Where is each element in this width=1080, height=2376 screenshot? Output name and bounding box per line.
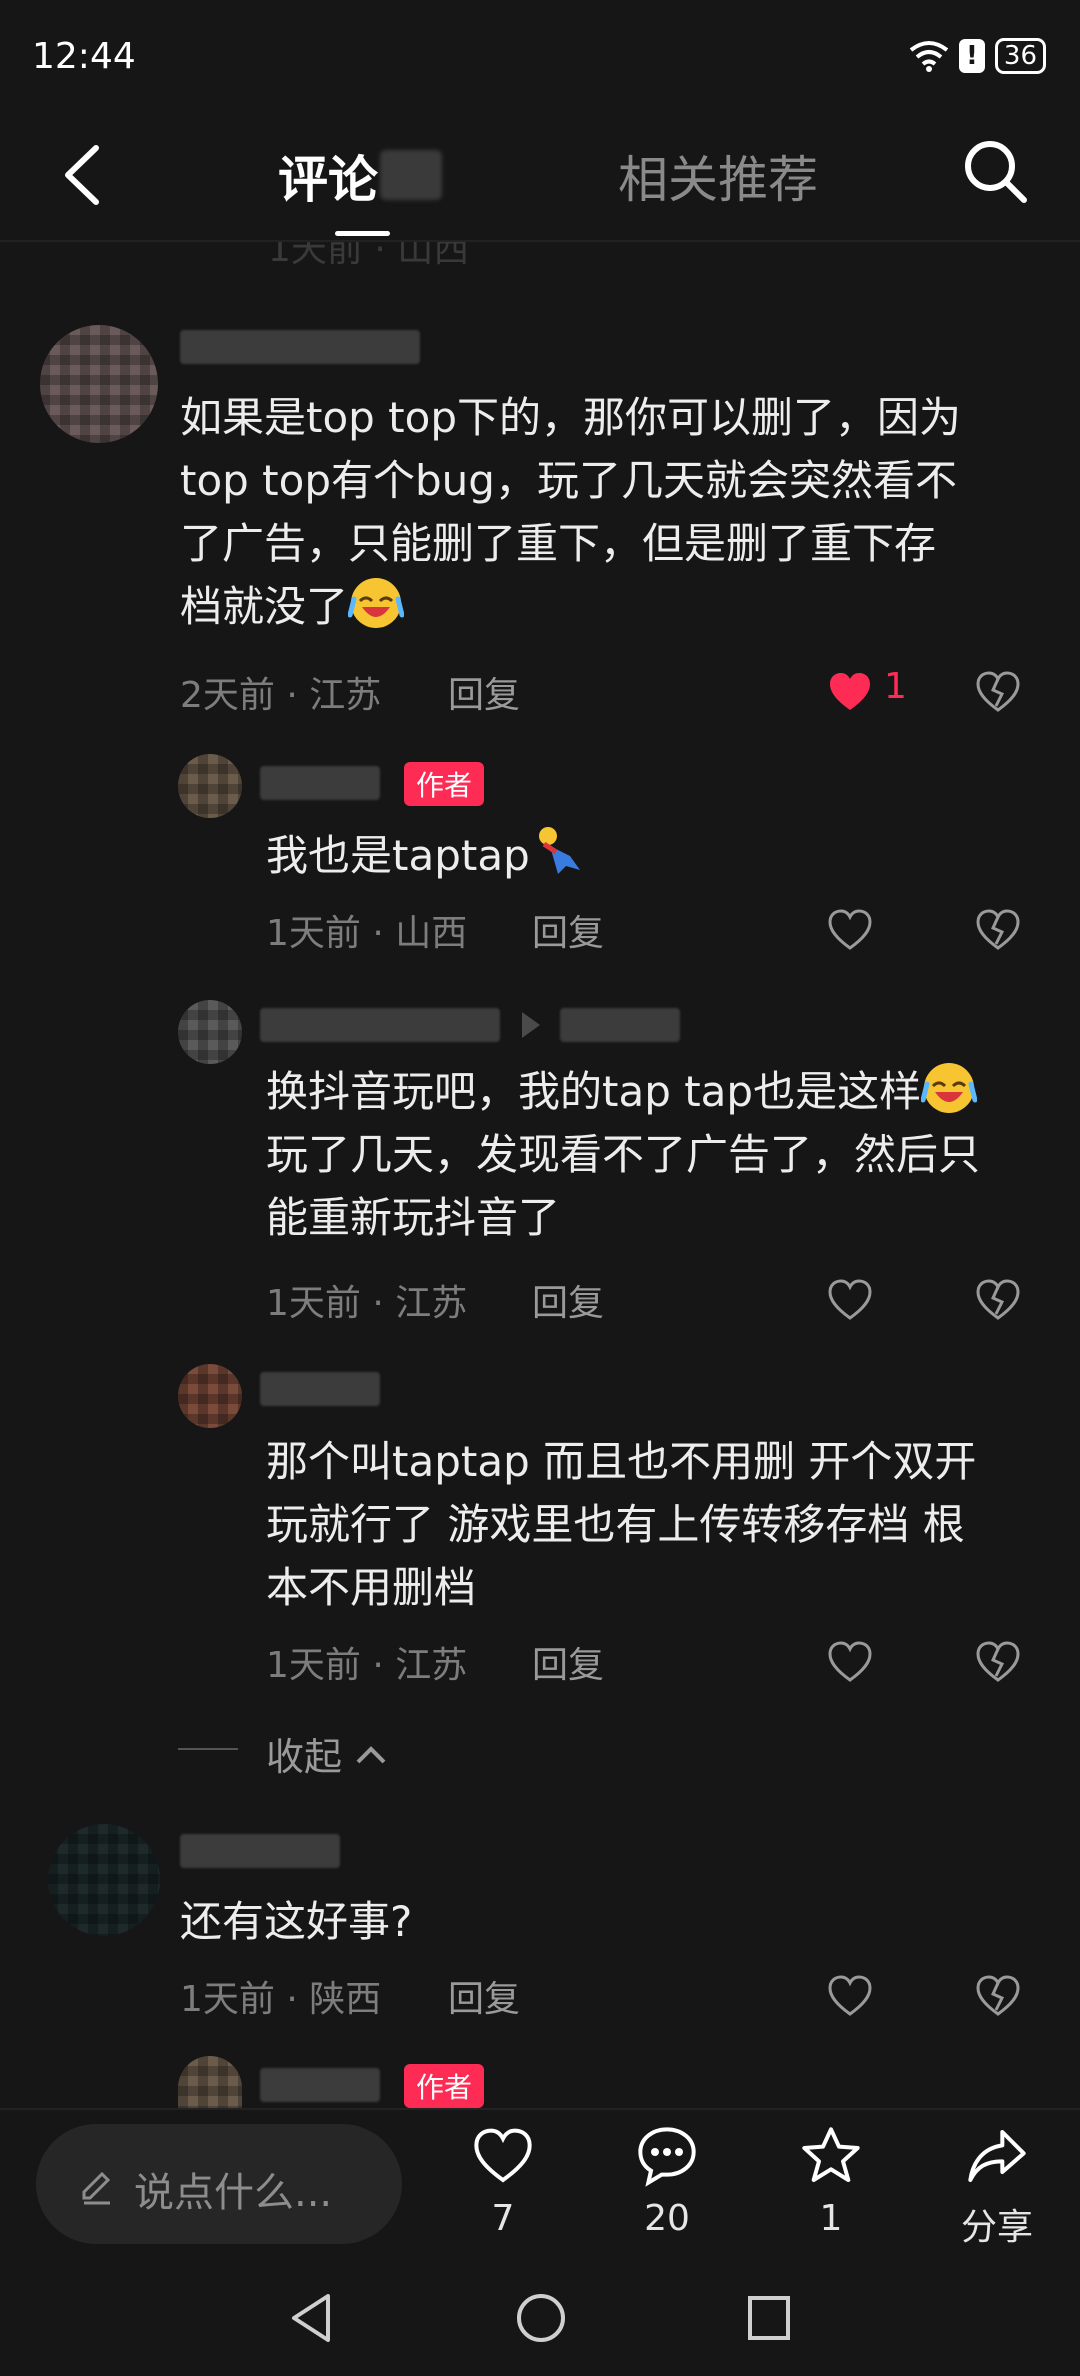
reply-button[interactable]: 回复	[448, 1970, 520, 2022]
comment-count-blurred	[380, 150, 442, 200]
username-blurred[interactable]	[560, 1008, 680, 1042]
avatar[interactable]	[178, 1000, 242, 1064]
dislike-icon[interactable]	[974, 906, 1022, 954]
dislike-icon[interactable]	[974, 668, 1022, 716]
reply-button[interactable]: 回复	[448, 666, 520, 718]
collapse-divider	[178, 1748, 238, 1750]
tab-comments[interactable]: 评论	[278, 140, 378, 212]
share-label: 分享	[960, 2207, 1033, 2248]
system-back-icon[interactable]	[286, 2290, 336, 2346]
dislike-icon[interactable]	[974, 1638, 1022, 1686]
author-badge: 作者	[404, 762, 485, 806]
heart-outline-icon[interactable]	[826, 1972, 874, 2020]
comment-meta: 2天前 · 江苏	[180, 675, 382, 716]
reply-meta: 1天前 · 江苏	[266, 1645, 468, 1686]
share-action[interactable]: 分享	[942, 2124, 1052, 2250]
favorite-action[interactable]: 1	[776, 2124, 886, 2239]
alert-icon: !	[958, 39, 985, 73]
status-icons: ! 36	[909, 38, 1046, 74]
reply-button[interactable]: 回复	[532, 1636, 604, 1688]
avatar[interactable]	[178, 1364, 242, 1428]
heart-outline-icon[interactable]	[826, 1638, 874, 1686]
active-tab-indicator	[335, 231, 390, 236]
falling-person-emoji	[538, 827, 580, 874]
star-count: 1	[819, 2198, 843, 2239]
bottom-divider	[0, 2108, 1080, 2110]
username-blurred[interactable]	[260, 1372, 380, 1406]
username-blurred[interactable]	[180, 1834, 340, 1868]
chevron-up-icon	[356, 1746, 386, 1764]
reply-text: 那个叫taptap 而且也不用删 开个双开 玩就行了 游戏里也有上传转移存档 根…	[266, 1437, 977, 1612]
status-time: 12:44	[32, 36, 136, 77]
collapse-button[interactable]: 收起	[266, 1726, 388, 1781]
heart-outline-icon[interactable]	[826, 906, 874, 954]
comment-meta: 1天前 · 陕西	[180, 1979, 382, 2020]
comment-count: 20	[644, 2198, 690, 2239]
chevron-left-icon[interactable]	[58, 142, 106, 208]
comment-text: 如果是top top下的，那你可以删了，因为 top top有个bug，玩了几天…	[180, 393, 961, 631]
avatar[interactable]	[40, 325, 158, 443]
comment-bubble-icon	[638, 2127, 696, 2187]
reply-text: 我也是taptap	[266, 824, 586, 887]
pencil-icon	[82, 2171, 111, 2205]
tab-recommend[interactable]: 相关推荐	[618, 140, 818, 212]
laughing-tears-emoji	[348, 578, 405, 628]
reply-meta: 1天前 · 山西	[266, 913, 468, 954]
reply-arrow-icon	[522, 1012, 540, 1038]
avatar[interactable]	[48, 1824, 160, 1936]
comment-input-placeholder: 说点什么...	[134, 2170, 333, 2216]
like-action[interactable]: 7	[448, 2124, 558, 2239]
nav-divider	[0, 240, 1080, 242]
heart-outline-icon	[474, 2128, 532, 2183]
author-badge: 作者	[404, 2064, 485, 2108]
username-blurred[interactable]	[260, 1008, 500, 1042]
star-icon	[802, 2127, 860, 2182]
reply-text: 换抖音玩吧，我的tap tap也是这样 玩了几天，发现看不了广告了，然后只 能重…	[266, 1060, 1056, 1249]
like-count: 1	[884, 666, 907, 707]
heart-outline-icon[interactable]	[826, 1276, 874, 1324]
wifi-icon	[909, 41, 949, 72]
reply-button[interactable]: 回复	[532, 1274, 604, 1326]
username-blurred[interactable]	[180, 330, 420, 364]
avatar[interactable]	[178, 754, 242, 818]
like-count: 7	[491, 2198, 515, 2239]
battery-icon: 36	[994, 38, 1046, 74]
partial-meta: 1天前 · 山西	[268, 229, 470, 270]
search-icon[interactable]	[962, 138, 1028, 204]
comment-action[interactable]: 20	[612, 2124, 722, 2239]
reply-button[interactable]: 回复	[532, 904, 604, 956]
username-blurred[interactable]	[260, 766, 380, 800]
dislike-icon[interactable]	[974, 1972, 1022, 2020]
system-recents-icon[interactable]	[744, 2290, 794, 2346]
heart-filled-icon[interactable]	[826, 668, 874, 716]
share-arrow-icon	[968, 2130, 1026, 2182]
username-blurred[interactable]	[260, 2068, 380, 2102]
dislike-icon[interactable]	[974, 1276, 1022, 1324]
system-home-icon[interactable]	[514, 2290, 568, 2346]
comment-text: 还有这好事?	[180, 1897, 413, 1946]
reply-meta: 1天前 · 江苏	[266, 1283, 468, 1324]
avatar[interactable]	[178, 2056, 242, 2108]
laughing-tears-emoji	[921, 1063, 978, 1113]
